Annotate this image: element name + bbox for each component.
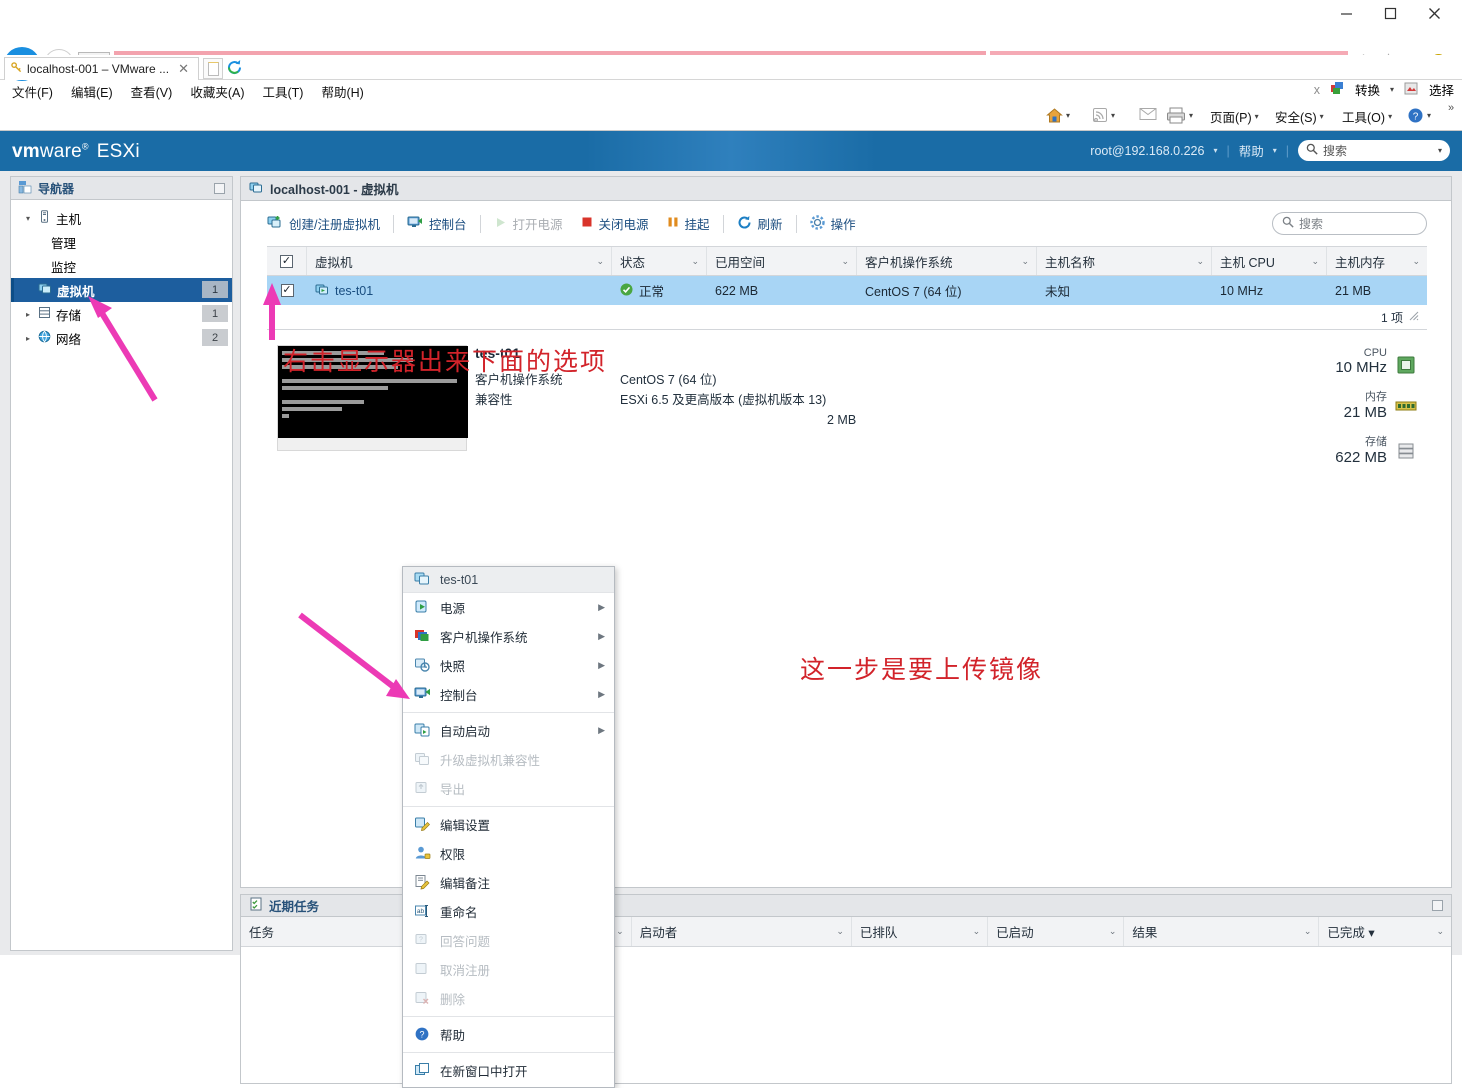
unregister-icon — [414, 961, 431, 978]
context-separator-3 — [403, 1016, 614, 1017]
help-icon: ? — [414, 1026, 431, 1043]
annotation-upload-image-hint: 这一步是要上传镜像 — [800, 650, 1043, 686]
arrow-to-edit-settings — [300, 615, 410, 699]
arrow-to-sidebar-vm — [88, 296, 155, 400]
context-item-label: 帮助 — [440, 1025, 465, 1044]
context-item-label: 删除 — [440, 989, 465, 1008]
arrow-to-row-checkbox — [263, 283, 281, 340]
context-separator-4 — [403, 1052, 614, 1053]
context-item-label: 取消注册 — [440, 960, 490, 979]
context-item-delete: 删除 — [403, 984, 614, 1013]
context-item-unregister: 取消注册 — [403, 955, 614, 984]
annotation-right-click-hint: 右击显示器出来下面的选项 — [283, 342, 607, 378]
context-item-label: 在新窗口中打开 — [440, 1061, 528, 1080]
annotation-arrows — [0, 0, 1462, 955]
open-new-window-icon — [414, 1062, 431, 1079]
svg-text:?: ? — [419, 1029, 424, 1039]
delete-icon — [414, 990, 431, 1007]
context-item-help[interactable]: ? 帮助 — [403, 1020, 614, 1049]
context-item-open-new-window[interactable]: 在新窗口中打开 — [403, 1056, 614, 1085]
